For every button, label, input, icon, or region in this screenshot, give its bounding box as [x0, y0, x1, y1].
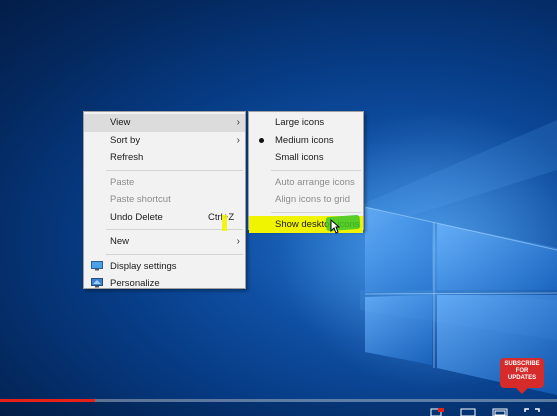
submenu-item-auto-arrange: Auto arrange icons — [249, 174, 363, 192]
menu-item-sort-by[interactable]: Sort by › — [84, 132, 245, 150]
submenu-item-medium-icons[interactable]: Medium icons — [249, 132, 363, 150]
desktop[interactable]: View › Sort by › Refresh Paste Paste sho… — [0, 0, 557, 416]
menu-item-view-label: View — [110, 117, 131, 128]
menu-item-paste-label: Paste — [110, 176, 135, 188]
submenu-item-large-icons-label: Large icons — [275, 117, 325, 128]
menu-item-personalize-label: Personalize — [110, 278, 160, 289]
chevron-right-icon: › — [236, 117, 240, 128]
subscribe-line2: FOR — [515, 368, 529, 374]
hd-badge-icon[interactable] — [430, 408, 444, 416]
menu-separator — [271, 211, 361, 213]
submenu-item-align-to-grid: Align icons to grid — [249, 191, 363, 209]
menu-item-paste: Paste — [84, 174, 245, 192]
menu-item-undo-delete-label: Undo Delete — [110, 211, 163, 223]
menu-item-refresh[interactable]: Refresh — [84, 149, 245, 167]
display-settings-icon — [91, 260, 103, 270]
subscribe-badge[interactable]: SUBSCRIBE FOR UPDATES — [500, 358, 544, 394]
menu-item-undo-delete[interactable]: Undo Delete Ctrl+Z — [84, 209, 245, 227]
desktop-context-menu: View › Sort by › Refresh Paste Paste sho… — [83, 111, 246, 289]
fullscreen-icon[interactable] — [524, 408, 540, 416]
submenu-item-auto-arrange-label: Auto arrange icons — [275, 176, 355, 188]
submenu-item-small-icons-label: Small icons — [275, 152, 324, 163]
menu-separator — [106, 253, 243, 255]
menu-separator — [106, 169, 243, 171]
menu-item-paste-shortcut-label: Paste shortcut — [110, 194, 171, 205]
menu-item-new[interactable]: New › — [84, 233, 245, 251]
yellow-highlight-mark — [222, 215, 227, 231]
menu-item-display-settings-label: Display settings — [110, 260, 177, 272]
view-submenu: Large icons Medium icons Small icons Aut… — [248, 111, 364, 233]
menu-item-paste-shortcut: Paste shortcut — [84, 191, 245, 209]
menu-item-sort-by-label: Sort by — [110, 134, 141, 146]
menu-item-display-settings[interactable]: Display settings — [84, 258, 245, 276]
radio-bullet-icon — [259, 137, 264, 143]
menu-item-personalize[interactable]: Personalize — [84, 275, 245, 293]
menu-item-refresh-label: Refresh — [110, 152, 144, 163]
submenu-item-large-icons[interactable]: Large icons — [249, 114, 363, 132]
menu-item-new-label: New — [110, 236, 130, 247]
theater-mode-icon[interactable] — [492, 408, 508, 416]
menu-item-view[interactable]: View › — [84, 114, 245, 132]
personalize-icon — [91, 278, 103, 288]
submenu-item-small-icons[interactable]: Small icons — [249, 149, 363, 167]
chevron-right-icon: › — [236, 134, 240, 146]
mouse-cursor-icon — [330, 219, 340, 234]
subscribe-line1: SUBSCRIBE — [504, 361, 540, 367]
submenu-item-align-to-grid-label: Align icons to grid — [275, 194, 350, 205]
miniplayer-icon[interactable] — [460, 408, 476, 416]
chevron-right-icon: › — [236, 236, 240, 247]
menu-separator — [271, 169, 361, 171]
submenu-item-medium-icons-label: Medium icons — [275, 134, 334, 146]
subscribe-line3: UPDATES — [507, 375, 537, 381]
